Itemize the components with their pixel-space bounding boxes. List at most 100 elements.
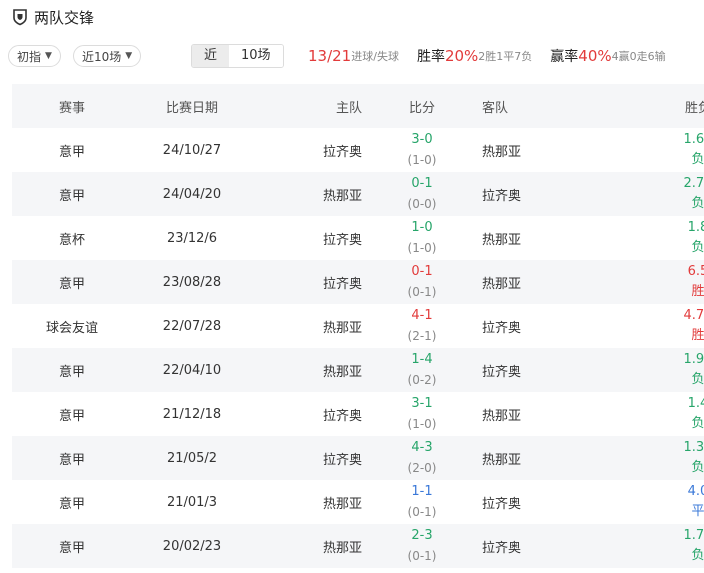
table-row[interactable]: 意甲 22/04/10 热那亚 1-4 (0-2) 拉齐奥 1.91 负 [12, 348, 704, 392]
shield-icon [13, 9, 27, 26]
table-header: 赛事 比赛日期 主队 比分 客队 胜负 [12, 84, 704, 128]
home-team[interactable]: 拉齐奥 [252, 405, 362, 424]
header-score: 比分 [408, 100, 435, 116]
away-team[interactable]: 拉齐奥 [482, 493, 592, 512]
home-team[interactable]: 拉齐奥 [252, 229, 362, 248]
odds-result: 负 [691, 240, 704, 255]
away-team[interactable]: 热那亚 [482, 273, 592, 292]
odds-value: 4.75 [683, 308, 704, 323]
odds-type-dropdown[interactable]: 初指 ▼ [8, 45, 61, 67]
match-range-dropdown[interactable]: 近10场 ▼ [72, 45, 142, 67]
away-team[interactable]: 拉齐奥 [482, 537, 592, 556]
table-row[interactable]: 意甲 20/02/23 热那亚 2-3 (0-1) 拉齐奥 1.72 负 [12, 524, 704, 568]
home-team[interactable]: 热那亚 [252, 317, 362, 336]
odds-value: 1.8 [687, 220, 704, 235]
table-row[interactable]: 意甲 23/08/28 拉齐奥 0-1 (0-1) 热那亚 6.5 胜 [12, 260, 704, 304]
match-event: 意杯 [58, 232, 85, 248]
half-time-score: (2-1) [407, 329, 437, 343]
segment-option-recent[interactable]: 近 [192, 45, 230, 67]
table-row[interactable]: 意甲 21/01/3 热那亚 1-1 (0-1) 拉齐奥 4.0 平 [12, 480, 704, 524]
table-row[interactable]: 意甲 21/12/18 拉齐奥 3-1 (1-0) 热那亚 1.4 负 [12, 392, 704, 436]
table-row[interactable]: 意杯 23/12/6 拉齐奥 1-0 (1-0) 热那亚 1.8 负 [12, 216, 704, 260]
cover-value: 40% [578, 47, 612, 65]
score-cell: 4-1 (2-1) [362, 306, 482, 346]
odds-cell: 1.8 负 [592, 218, 704, 258]
odds-cell: 1.4 负 [592, 394, 704, 434]
score-cell: 1-0 (1-0) [362, 218, 482, 258]
winrate-label: 胜率 [416, 49, 445, 65]
half-time-score: (0-2) [407, 373, 437, 387]
home-team[interactable]: 热那亚 [252, 185, 362, 204]
half-time-score: (1-0) [407, 241, 437, 255]
odds-cell: 4.0 平 [592, 482, 704, 522]
section-header: 两队交锋 [12, 6, 94, 28]
table-row[interactable]: 意甲 24/04/20 热那亚 0-1 (0-0) 拉齐奥 2.75 负 [12, 172, 704, 216]
match-date: 23/08/28 [162, 274, 222, 290]
caret-down-icon: ▼ [125, 51, 133, 61]
match-event: 意甲 [58, 144, 85, 160]
range-segment-control: 近 10场 [191, 44, 284, 68]
header-event: 赛事 [58, 100, 85, 116]
away-team[interactable]: 拉齐奥 [482, 317, 592, 336]
full-time-score: 3-0 [411, 132, 433, 147]
odds-result: 胜 [691, 284, 704, 299]
home-team[interactable]: 热那亚 [252, 537, 362, 556]
full-time-score: 0-1 [411, 264, 433, 279]
odds-cell: 1.91 负 [592, 350, 704, 390]
winrate-value: 20% [444, 47, 479, 65]
home-team[interactable]: 拉齐奥 [252, 141, 362, 160]
away-team[interactable]: 拉齐奥 [482, 185, 592, 204]
full-time-score: 4-1 [411, 308, 433, 323]
odds-result: 负 [691, 548, 704, 563]
match-date: 21/12/18 [162, 406, 222, 422]
match-event: 球会友谊 [45, 320, 98, 336]
header-away: 客队 [482, 100, 509, 116]
home-team[interactable]: 拉齐奥 [252, 449, 362, 468]
away-team[interactable]: 热那亚 [482, 141, 592, 160]
segment-option-10[interactable]: 10场 [229, 45, 283, 67]
table-row[interactable]: 球会友谊 22/07/28 热那亚 4-1 (2-1) 拉齐奥 4.75 胜 [12, 304, 704, 348]
home-team[interactable]: 热那亚 [252, 493, 362, 512]
match-date: 21/05/2 [166, 450, 218, 466]
table-row[interactable]: 意甲 21/05/2 拉齐奥 4-3 (2-0) 热那亚 1.36 负 [12, 436, 704, 480]
score-cell: 1-4 (0-2) [362, 350, 482, 390]
odds-result: 负 [691, 196, 704, 211]
winrate-detail: 2胜1平7负 [478, 50, 533, 63]
match-date: 20/02/23 [162, 538, 222, 554]
home-team[interactable]: 热那亚 [252, 361, 362, 380]
away-team[interactable]: 热那亚 [482, 449, 592, 468]
odds-cell: 2.75 负 [592, 174, 704, 214]
match-date: 24/04/20 [162, 186, 222, 202]
score-cell: 3-0 (1-0) [362, 130, 482, 170]
odds-result: 负 [691, 152, 704, 167]
goals-value: 13/21 [308, 47, 352, 65]
match-event: 意甲 [58, 496, 85, 512]
full-time-score: 1-1 [411, 484, 433, 499]
odds-value: 1.72 [683, 528, 704, 543]
score-cell: 2-3 (0-1) [362, 526, 482, 566]
half-time-score: (1-0) [407, 417, 437, 431]
odds-result: 负 [691, 372, 704, 387]
goals-label: 进球/失球 [351, 50, 399, 63]
header-home: 主队 [335, 100, 362, 116]
match-event: 意甲 [58, 276, 85, 292]
score-cell: 3-1 (1-0) [362, 394, 482, 434]
cover-detail: 4赢0走6输 [611, 50, 666, 63]
match-event: 意甲 [58, 188, 85, 204]
filter-bar: 初指 ▼ 近10场 ▼ 近 10场 13/21 进球/失球 胜率 20% 2胜1… [8, 44, 696, 68]
half-time-score: (0-0) [407, 197, 437, 211]
home-team[interactable]: 拉齐奥 [252, 273, 362, 292]
away-team[interactable]: 热那亚 [482, 405, 592, 424]
table-row[interactable]: 意甲 24/10/27 拉齐奥 3-0 (1-0) 热那亚 1.65 负 [12, 128, 704, 172]
full-time-score: 2-3 [411, 528, 433, 543]
caret-down-icon: ▼ [45, 51, 52, 61]
score-cell: 1-1 (0-1) [362, 482, 482, 522]
half-time-score: (2-0) [407, 461, 437, 475]
away-team[interactable]: 热那亚 [482, 229, 592, 248]
odds-cell: 1.36 负 [592, 438, 704, 478]
half-time-score: (0-1) [407, 285, 437, 299]
away-team[interactable]: 拉齐奥 [482, 361, 592, 380]
full-time-score: 1-4 [411, 352, 433, 367]
odds-result: 负 [691, 416, 704, 431]
match-event: 意甲 [58, 540, 85, 556]
